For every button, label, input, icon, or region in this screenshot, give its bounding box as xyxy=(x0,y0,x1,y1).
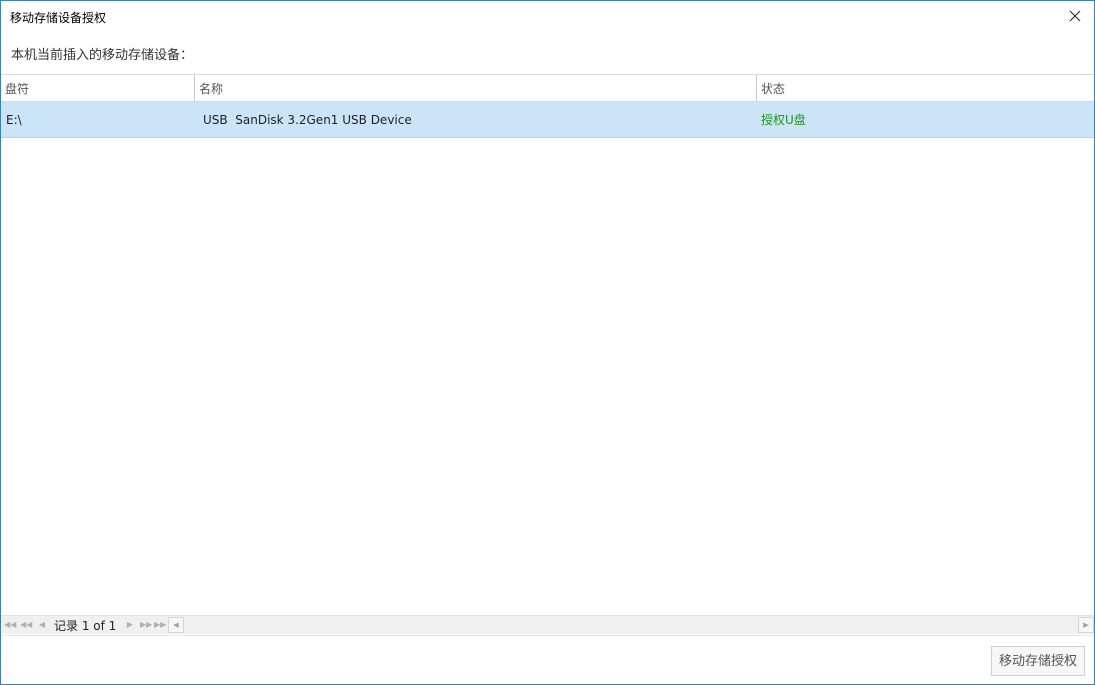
column-header-drive[interactable]: 盘符 xyxy=(1,75,194,101)
close-button[interactable] xyxy=(1066,7,1084,25)
authorize-storage-button[interactable]: 移动存储授权 xyxy=(991,646,1085,676)
table-row[interactable]: E:\ USB SanDisk 3.2Gen1 USB Device 授权U盘 xyxy=(1,102,1094,138)
dialog-footer: 移动存储授权 xyxy=(1,635,1094,685)
next-page-fast-icon[interactable]: ▶▶ xyxy=(140,619,152,631)
title-bar: 移动存储设备授权 xyxy=(1,1,1094,31)
cell-name: USB SanDisk 3.2Gen1 USB Device xyxy=(203,113,412,127)
prev-page-fast-icon[interactable]: ◀◀ xyxy=(20,619,32,631)
table-header: 盘符 名称 状态 xyxy=(1,75,1094,102)
last-page-icon[interactable]: ▶▶ xyxy=(154,619,166,631)
prev-page-icon[interactable]: ◀ xyxy=(36,619,48,631)
next-page-icon[interactable]: ▶ xyxy=(124,619,136,631)
device-table: 盘符 名称 状态 E:\ USB SanDisk 3.2Gen1 USB Dev… xyxy=(1,74,1094,636)
dialog-window: 移动存储设备授权 本机当前插入的移动存储设备： 盘符 名称 状态 E:\ USB… xyxy=(0,0,1095,685)
column-header-status[interactable]: 状态 xyxy=(756,75,1094,101)
pager-bar: ◀◀ ◀◀ ◀ 记录 1 of 1 ▶ ▶▶ ▶▶ ◀ ▶ xyxy=(1,615,1094,634)
close-icon xyxy=(1069,10,1081,22)
window-title: 移动存储设备授权 xyxy=(10,11,107,25)
first-page-icon[interactable]: ◀◀ xyxy=(4,619,16,631)
scroll-right-icon[interactable]: ▶ xyxy=(1078,617,1094,633)
cell-drive: E:\ xyxy=(6,113,22,127)
column-header-name[interactable]: 名称 xyxy=(194,75,756,101)
cell-status: 授权U盘 xyxy=(761,113,806,127)
record-counter: 记录 1 of 1 xyxy=(54,619,117,633)
scroll-left-icon[interactable]: ◀ xyxy=(168,617,184,633)
subtitle-label: 本机当前插入的移动存储设备： xyxy=(11,48,194,63)
